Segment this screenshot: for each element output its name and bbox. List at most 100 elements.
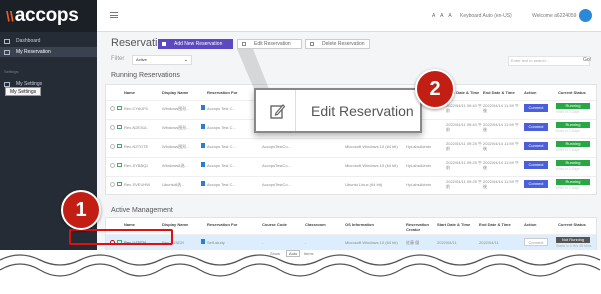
edit-reservation-zoom-label: Edit Reservation [311, 103, 414, 119]
cell-start: 2022/04/11 09:25 午前 [446, 180, 482, 189]
brand-name: accops [14, 5, 79, 26]
cell-end: 2022/04/14 11:59 午後 [483, 180, 519, 189]
cell-name: Rev-SVEUHW [124, 182, 151, 187]
column-header[interactable]: Name [124, 90, 135, 95]
callout-divider [295, 90, 296, 131]
row-radio[interactable] [110, 182, 115, 187]
avatar[interactable] [577, 7, 594, 24]
cell-course: AccopsTestCo... [262, 163, 291, 168]
connect-button[interactable]: Connect [524, 104, 548, 112]
column-header[interactable]: End Date & Time [479, 222, 513, 227]
table-row[interactable]: Rev-SYBBQ2 Windows8选... Accops Test C... Ac… [106, 157, 596, 176]
table-row[interactable]: Rev-SVEUHW Ubuntu8选... Accops Test C... Acc… [106, 176, 596, 195]
table-row[interactable]: Rev-NZTDTE Windows图形... Accops Test C... Ac… [106, 138, 596, 157]
torn-edge-area: Show Auto items [0, 250, 601, 294]
column-header[interactable]: Action [524, 222, 536, 227]
column-header[interactable]: Current Status [558, 222, 586, 227]
delete-reservation-label: Delete Reservation [322, 41, 365, 47]
column-header[interactable]: Reservation For [207, 90, 237, 95]
status-badge: Running [556, 122, 590, 128]
dashboard-icon [4, 38, 10, 44]
screen: \\ accops Dashboard My Reservation Setti… [0, 0, 601, 294]
font-size-controls[interactable]: A A A [432, 13, 454, 19]
chevron-down-icon: ⌄ [183, 57, 188, 63]
welcome-user-menu[interactable]: Welcome a6224059 [532, 13, 576, 19]
edit-reservation-button[interactable]: Edit Reservation [237, 39, 302, 49]
cell-creator: 佐藤 優 [406, 240, 420, 245]
column-header[interactable]: Reservation Creator [406, 222, 440, 232]
connect-button[interactable]: Connect [524, 238, 548, 246]
cell-start: 2022/04/11 09:40 午前 [446, 123, 482, 132]
cell-os: Ubuntu Linux (64 bit) [345, 182, 383, 187]
filter-select[interactable]: Active ⌄ [132, 55, 192, 65]
cell-for: Accops Test C... [207, 182, 236, 187]
cell-for: Accops Test C... [207, 163, 236, 168]
cell-os: Microsoft Windows 10 (64 bit) [345, 240, 398, 245]
filter-label: Filter [111, 56, 125, 62]
cell-creator: HyLabsAdmin [406, 182, 431, 187]
keyboard-layout-selector[interactable]: Keyboard Auto (en-US) [460, 13, 512, 19]
trash-icon [310, 42, 314, 46]
table-row[interactable]: Rev-UJ3Z29 Rev-UJ3Z29 Self-study - - Mic… [106, 234, 596, 250]
cell-os: Microsoft Windows 10 (64 bit) [345, 163, 398, 168]
cell-display: Windows图形... [162, 106, 190, 111]
row-radio[interactable] [110, 125, 115, 130]
status-badge: Not Running [556, 237, 590, 243]
sidebar-tooltip: My Settings [5, 87, 42, 96]
step-badge-1: 1 [61, 190, 101, 230]
cell-name: Rev-SYBBQ2 [124, 163, 149, 168]
sidebar-item-dashboard[interactable]: Dashboard [0, 36, 97, 46]
column-header[interactable]: Course Code [262, 222, 287, 227]
status-badge: Running [556, 160, 590, 166]
cell-course: AccopsTestCo... [262, 182, 291, 187]
sidebar-item-my-reservation[interactable]: My Reservation [0, 47, 97, 57]
vm-icon [117, 106, 122, 110]
column-header[interactable]: Classroom [305, 222, 326, 227]
delete-reservation-button[interactable]: Delete Reservation [305, 39, 370, 49]
cell-course: AccopsTestCo... [262, 144, 291, 149]
connect-button[interactable]: Connect [524, 123, 548, 131]
cell-display: Windows图形... [162, 144, 190, 149]
brand-logo[interactable]: \\ accops [0, 0, 97, 32]
cell-os: Microsoft Windows 10 (64 bit) [345, 144, 398, 149]
sidebar-item-label: My Reservation [16, 49, 51, 55]
status-badge: Running [556, 141, 590, 147]
per-page-select[interactable]: Auto [286, 250, 301, 257]
edit-reservation-label: Edit Reservation [254, 41, 291, 47]
search-input[interactable]: Enter text to search... [508, 56, 590, 66]
column-header[interactable]: Current Status [558, 90, 586, 95]
column-header[interactable]: Reservation For [207, 222, 237, 227]
hamburger-menu-icon[interactable] [110, 12, 118, 18]
vm-icon [117, 125, 122, 129]
column-header[interactable]: End Date & Time [483, 90, 517, 95]
connect-button[interactable]: Connect [524, 142, 548, 150]
cell-end: 2022/04/14 11:59 午後 [483, 123, 519, 132]
cell-name: Rev-N2E3UL [124, 125, 148, 130]
column-header[interactable]: Display Name [162, 222, 188, 227]
connect-button[interactable]: Connect [524, 180, 548, 188]
connect-button[interactable]: Connect [524, 161, 548, 169]
cell-name: Rev-NZTDTE [124, 144, 149, 149]
go-button[interactable]: Go! [583, 57, 591, 63]
add-reservation-button[interactable]: Add New Reservation [158, 39, 233, 49]
settings-icon [4, 81, 10, 87]
column-header[interactable]: Start Date & Time [437, 222, 471, 227]
sidebar-group-settings: Settings [0, 66, 97, 76]
column-header[interactable]: Name [124, 222, 135, 227]
row-radio[interactable] [110, 106, 115, 111]
row-radio[interactable] [110, 163, 115, 168]
per-page-suffix: items [304, 251, 314, 256]
column-header[interactable]: Action [524, 90, 536, 95]
cell-display: Ubuntu8选... [162, 182, 185, 187]
highlight-ring [69, 229, 173, 245]
cell-end: 2022/04/14 11:59 午後 [483, 161, 519, 170]
cell-for: Self-study [207, 240, 225, 245]
reservation-type-icon [201, 105, 205, 110]
column-header[interactable]: OS Information [345, 222, 374, 227]
cell-course: - [262, 240, 264, 245]
column-header[interactable]: Display Name [162, 90, 188, 95]
vm-icon [117, 163, 122, 167]
cell-start: 2022/04/11 09:25 午前 [446, 142, 482, 151]
running-reservations-title: Running Reservations [111, 72, 180, 79]
row-radio[interactable] [110, 144, 115, 149]
